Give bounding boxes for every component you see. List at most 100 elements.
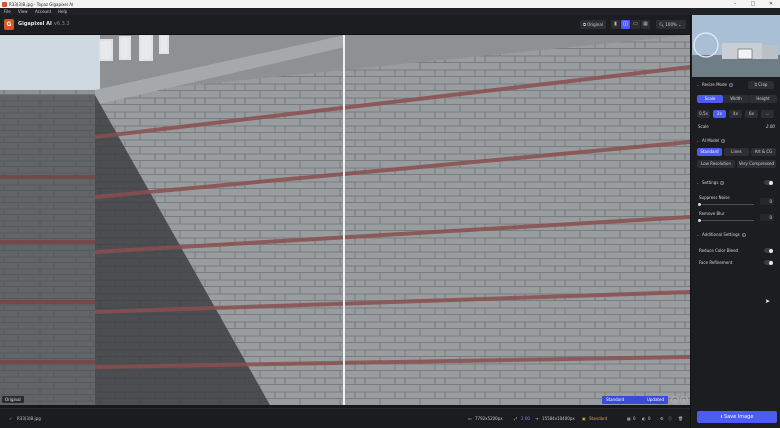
settings-label: Settings xyxy=(702,180,719,185)
resize-mode-label: Resize Mode xyxy=(702,82,727,87)
thumbnail-image xyxy=(692,15,780,77)
resize-mode-title: Resize Mode i xyxy=(702,82,733,87)
scale-0.5x-button[interactable]: 0.5x xyxy=(697,110,710,118)
chevron-down-icon[interactable]: ⌄ xyxy=(696,232,699,237)
save-image-button[interactable]: ⭳ Save Image xyxy=(697,411,777,423)
menu-view[interactable]: View xyxy=(18,9,28,14)
status-bar: ✓ R33(3)B.jpg ▭ 7792x5200px ⤢ 2.00 ⇥ 155… xyxy=(0,408,690,428)
face-refinement-label: Face Refinement xyxy=(699,260,733,265)
single-view-button[interactable]: ▮ xyxy=(611,20,620,29)
single-view-icon: ▮ xyxy=(614,21,617,27)
noise-count: 0 xyxy=(633,416,636,421)
save-image-label: Save Image xyxy=(723,414,754,420)
chevron-down-icon[interactable]: ⌄ xyxy=(696,82,699,87)
model-status-badge: Standard Updated xyxy=(602,396,668,404)
suppress-noise-handle[interactable] xyxy=(698,203,701,206)
model-art-cg-button[interactable]: Art & CG xyxy=(751,148,776,156)
tab-scale[interactable]: Scale xyxy=(697,95,723,103)
ai-model-label: AI Model xyxy=(702,138,720,143)
model-standard-button[interactable]: Standard xyxy=(697,148,722,156)
menu-bar: File View Account Help xyxy=(0,8,780,15)
zoom-control[interactable]: 🔍︎ 100% ⌄ xyxy=(656,20,686,29)
scale-4x-button[interactable]: 4x xyxy=(729,110,742,118)
file-name[interactable]: R33(3)B.jpg xyxy=(17,416,41,421)
remove-blur-value[interactable]: 0 xyxy=(760,214,774,221)
split-view-button[interactable]: ◫ xyxy=(621,20,630,29)
noise-icon: ▦ xyxy=(627,416,631,421)
info-icon[interactable]: i xyxy=(721,139,726,143)
model-status-label: Standard xyxy=(606,397,625,402)
model-lines-button[interactable]: Lines xyxy=(724,148,749,156)
model-icon: ▣ xyxy=(582,416,586,421)
original-label: Original xyxy=(587,22,603,27)
maximize-button[interactable]: □ xyxy=(744,0,762,8)
face-refinement-toggle[interactable] xyxy=(764,260,773,265)
scale-custom-button[interactable]: ... xyxy=(761,110,774,118)
gigapixel-logo-icon: G xyxy=(4,19,14,30)
app-version: v6.3.3 xyxy=(53,21,70,27)
settings-title: Settings i xyxy=(702,180,725,185)
compare-preview-button[interactable]: ◎ xyxy=(671,396,679,404)
minimize-button[interactable]: – xyxy=(726,0,744,8)
model-low-resolution-button[interactable]: Low Resolution xyxy=(697,160,735,168)
suppress-noise-value[interactable]: 0 xyxy=(760,198,774,205)
side-by-side-button[interactable]: ▭ xyxy=(631,20,640,29)
chevron-down-icon[interactable]: ⌄ xyxy=(696,180,699,185)
original-toggle-button[interactable]: ⧉ Original xyxy=(580,20,606,29)
additional-settings-title: Additional Settings i xyxy=(702,232,746,237)
original-tag: Original xyxy=(2,396,24,403)
suppress-noise-slider[interactable] xyxy=(699,204,754,205)
menu-file[interactable]: File xyxy=(4,9,11,14)
scale-2x-button[interactable]: 2x xyxy=(713,110,726,118)
trash-icon[interactable]: 🗑︎ xyxy=(678,416,683,421)
image-canvas[interactable] xyxy=(0,35,690,405)
input-size: 7792x5200px xyxy=(475,416,503,421)
blur-icon: ◐ xyxy=(642,416,646,421)
output-size: 15584x10400px xyxy=(542,416,575,421)
mouse-cursor-icon: ➤ xyxy=(765,298,771,305)
grid-view-button[interactable]: ▦ xyxy=(641,20,650,29)
scale-6x-button[interactable]: 6x xyxy=(745,110,758,118)
menu-account[interactable]: Account xyxy=(35,9,51,14)
chevron-down-icon: ⌄ xyxy=(678,22,682,27)
zoom-value: 100% xyxy=(665,22,677,27)
model-name: Standard xyxy=(589,416,608,421)
chevron-down-icon[interactable]: ⌄ xyxy=(696,138,699,143)
info-icon[interactable]: i xyxy=(720,181,725,185)
eye-icon: ◎ xyxy=(673,398,677,403)
info-icon[interactable]: i xyxy=(741,233,746,237)
ai-model-title: AI Model i xyxy=(702,138,726,143)
remove-blur-label: Remove Blur xyxy=(699,211,725,216)
settings-auto-toggle[interactable] xyxy=(764,180,773,185)
info-icon[interactable]: ⓘ xyxy=(668,416,672,422)
scale-icon: ⤢ xyxy=(514,416,518,421)
refresh-icon: ↻ xyxy=(682,398,686,403)
info-icon[interactable]: i xyxy=(729,83,733,87)
close-button[interactable]: ✕ xyxy=(762,0,780,8)
remove-blur-slider[interactable] xyxy=(699,220,754,221)
app-icon xyxy=(2,1,7,7)
blur-count: 0 xyxy=(648,416,651,421)
additional-settings-label: Additional Settings xyxy=(702,232,740,237)
navigator-thumbnail[interactable] xyxy=(692,15,780,77)
crop-label: Crop xyxy=(758,82,768,87)
building-image xyxy=(0,35,690,405)
tab-height[interactable]: Height xyxy=(749,95,777,103)
scale-value-status: 2.00 xyxy=(521,416,530,421)
settings-icon[interactable]: ⚙ xyxy=(660,416,664,421)
refresh-preview-button[interactable]: ↻ xyxy=(680,396,688,404)
remove-blur-handle[interactable] xyxy=(698,219,701,222)
title-bar: R33(3)B.jpg - Topaz Gigapixel AI – □ ✕ xyxy=(0,0,780,8)
reduce-color-bleed-toggle[interactable] xyxy=(764,248,773,253)
tab-width[interactable]: Width xyxy=(723,95,749,103)
scale-value[interactable]: 2.00 xyxy=(766,124,775,129)
check-icon: ✓ xyxy=(9,416,13,421)
model-very-compressed-button[interactable]: Very Compressed xyxy=(737,160,776,168)
side-by-side-icon: ▭ xyxy=(633,21,638,27)
menu-help[interactable]: Help xyxy=(58,9,67,14)
split-divider[interactable] xyxy=(343,35,345,405)
window-title: R33(3)B.jpg - Topaz Gigapixel AI xyxy=(9,1,74,7)
output-size-icon: ⇥ xyxy=(535,416,539,421)
crop-button[interactable]: ⌗ Crop xyxy=(748,81,774,89)
input-size-icon: ▭ xyxy=(468,416,472,421)
